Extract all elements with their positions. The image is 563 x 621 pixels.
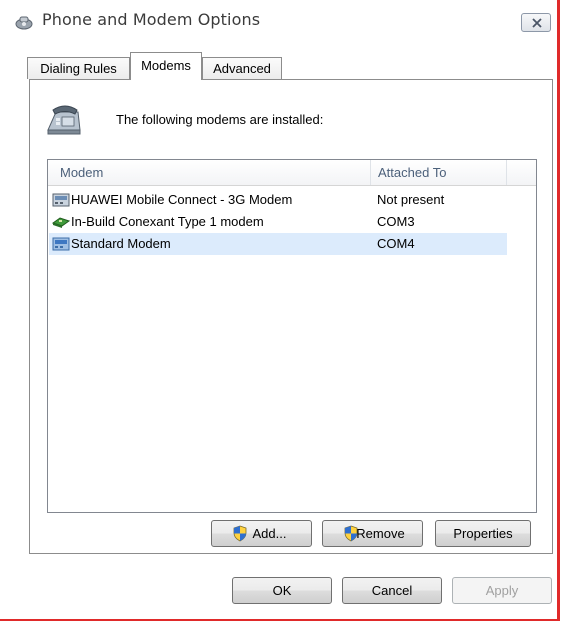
cancel-button[interactable]: Cancel: [342, 577, 442, 604]
attached-to-value: Not present: [377, 192, 445, 207]
attached-to-value: COM3: [377, 214, 415, 229]
tab-label: Dialing Rules: [40, 61, 117, 76]
modem-card-icon: [52, 217, 70, 228]
modem-list[interactable]: Modem Attached To HUAWEI Mobile Connect …: [47, 159, 537, 513]
add-button[interactable]: Add...: [211, 520, 312, 547]
list-header: Modem Attached To: [48, 160, 536, 186]
modem-icon: [52, 193, 70, 207]
modems-tab-panel: The following modems are installed: Mode…: [29, 79, 553, 554]
tab-dialing-rules[interactable]: Dialing Rules: [27, 57, 130, 79]
modem-name: In-Build Conexant Type 1 modem: [71, 214, 264, 229]
list-item[interactable]: In-Build Conexant Type 1 modem COM3: [49, 211, 507, 233]
modem-icon: [52, 237, 70, 251]
list-item[interactable]: HUAWEI Mobile Connect - 3G Modem Not pre…: [49, 189, 507, 211]
button-label: Cancel: [371, 583, 413, 598]
button-label: Properties: [453, 526, 513, 541]
column-header-attached-to[interactable]: Attached To: [371, 160, 507, 185]
tab-advanced[interactable]: Advanced: [202, 57, 282, 79]
phone-and-modem-options-window: Phone and Modem Options Dialing Rules Mo…: [0, 0, 560, 621]
phone-modem-icon: [15, 16, 33, 30]
remove-button[interactable]: Remove: [322, 520, 423, 547]
modem-name: HUAWEI Mobile Connect - 3G Modem: [71, 192, 293, 207]
tab-label: Modems: [141, 58, 191, 73]
close-icon: [532, 18, 542, 28]
column-header-filler: [507, 160, 536, 185]
column-header-label: Attached To: [378, 165, 447, 180]
tab-label: Advanced: [213, 61, 271, 76]
installed-modems-label: The following modems are installed:: [116, 112, 324, 127]
button-label: OK: [272, 583, 292, 598]
telephone-icon: [47, 105, 81, 135]
title-bar[interactable]: Phone and Modem Options: [0, 0, 557, 44]
close-button[interactable]: [521, 13, 551, 32]
ok-button[interactable]: OK: [232, 577, 332, 604]
column-header-modem[interactable]: Modem: [48, 160, 371, 185]
list-item[interactable]: Standard Modem COM4: [49, 233, 507, 255]
button-label: Add...: [252, 526, 287, 541]
button-label: Remove: [356, 526, 405, 541]
window-title: Phone and Modem Options: [42, 10, 261, 29]
apply-button[interactable]: Apply: [452, 577, 552, 604]
uac-shield-icon: [233, 525, 247, 542]
button-label: Apply: [485, 583, 519, 598]
attached-to-value: COM4: [377, 236, 415, 251]
column-header-label: Modem: [60, 165, 104, 180]
properties-button[interactable]: Properties: [435, 520, 531, 547]
tab-modems[interactable]: Modems: [130, 52, 202, 80]
modem-name: Standard Modem: [71, 236, 171, 251]
